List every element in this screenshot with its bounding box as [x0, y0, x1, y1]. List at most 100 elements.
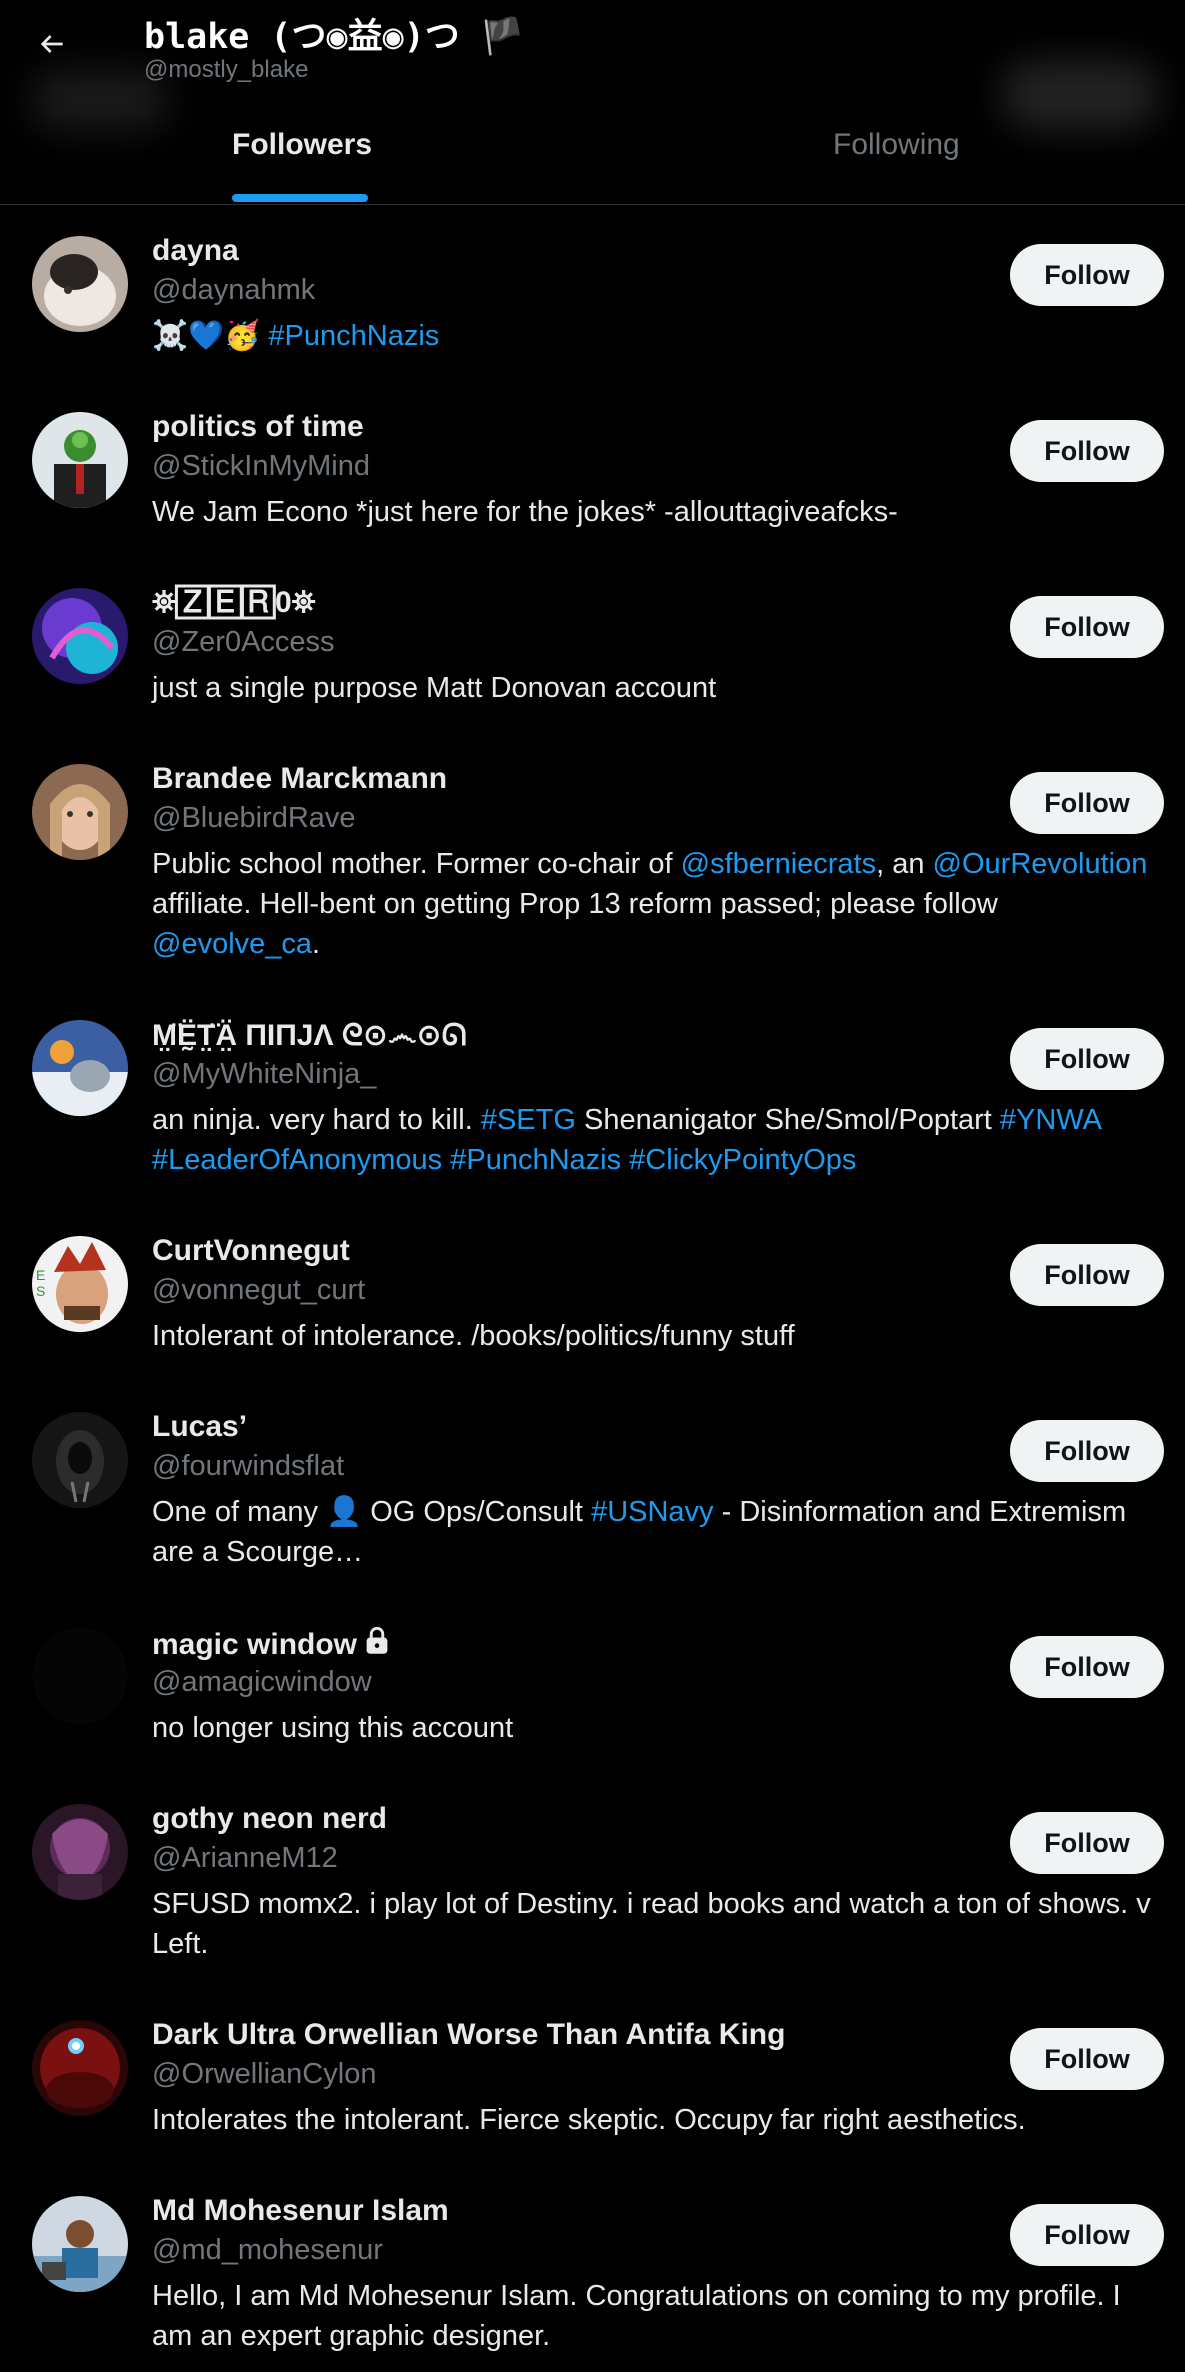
- follower-name[interactable]: ⛯🅉🄴🅁0⛯: [152, 586, 316, 620]
- avatar[interactable]: [32, 236, 128, 332]
- bio-link[interactable]: #YNWA: [1000, 1104, 1100, 1136]
- follower-handle[interactable]: @Zer0Access: [152, 626, 335, 659]
- follower-handle[interactable]: @amagicwindow: [152, 1666, 372, 1699]
- avatar[interactable]: ES: [32, 1236, 128, 1332]
- bio-text: Shenanigator She/Smol/Poptart: [575, 1104, 1000, 1136]
- bio-text: Intolerant of intolerance. /books/politi…: [152, 1320, 795, 1352]
- avatar[interactable]: [32, 1020, 128, 1116]
- avatar[interactable]: [32, 412, 128, 508]
- follower-row[interactable]: Lucas’ @fourwindsflat One of many 👤 OG Ops…: [0, 1404, 1185, 1588]
- bio-link[interactable]: @evolve_ca: [152, 928, 312, 960]
- bio-text: ☠️💙🥳: [152, 320, 269, 352]
- follower-bio: an ninja. very hard to kill. #SETG Shena…: [152, 1100, 1157, 1180]
- follower-handle[interactable]: @MyWhiteNinja_: [152, 1058, 376, 1091]
- follower-name-text: Dark Ultra Orwellian Worse Than Antifa K…: [152, 2018, 786, 2051]
- tab-followers[interactable]: Followers: [232, 128, 372, 204]
- follower-name[interactable]: Brandee Marckmann: [152, 762, 447, 796]
- bio-text: Hello, I am Md Mohesenur Islam. Congratu…: [152, 2280, 1121, 2352]
- active-tab-indicator: [232, 194, 368, 202]
- back-button[interactable]: [28, 20, 76, 68]
- lock-icon: [363, 1626, 391, 1664]
- avatar[interactable]: [32, 2196, 128, 2292]
- avatar[interactable]: [32, 1628, 128, 1724]
- profile-handle: @mostly_blake: [144, 56, 309, 83]
- bio-link[interactable]: #LeaderOfAnonymous: [152, 1144, 442, 1176]
- follower-handle[interactable]: @md_mohesenur: [152, 2234, 383, 2267]
- follower-row[interactable]: dayna @daynahmk ☠️💙🥳 #PunchNazis Follow: [0, 228, 1185, 412]
- avatar[interactable]: [32, 1804, 128, 1900]
- avatar[interactable]: [32, 2020, 128, 2116]
- follower-row[interactable]: politics of time @StickInMyMind We Jam Eco…: [0, 404, 1185, 548]
- svg-text:S: S: [36, 1283, 45, 1299]
- follower-handle[interactable]: @daynahmk: [152, 274, 315, 307]
- follower-row[interactable]: M̤̈Ḛ̈T̤̈Ä̤ ПIПJΛ ᘓ⊙෴⊙ᘏ @MyWhiteNinja_an n…: [0, 1012, 1185, 1196]
- follower-name-text: ⛯🅉🄴🅁0⛯: [152, 586, 316, 619]
- follower-bio: Public school mother. Former co-chair of…: [152, 844, 1157, 964]
- bio-link[interactable]: @sfberniecrats: [681, 848, 876, 880]
- follower-handle[interactable]: @ArianneM12: [152, 1842, 338, 1875]
- follower-handle[interactable]: @vonnegut_curt: [152, 1274, 365, 1307]
- avatar[interactable]: [32, 1412, 128, 1508]
- follower-row[interactable]: magic window @amagicwindow no longer using…: [0, 1620, 1185, 1764]
- follower-name[interactable]: CurtVonnegut: [152, 1234, 350, 1268]
- bio-link[interactable]: #PunchNazis: [450, 1144, 621, 1176]
- bio-text: an ninja. very hard to kill.: [152, 1104, 481, 1136]
- bio-link[interactable]: #USNavy: [591, 1496, 714, 1528]
- follower-bio: Intolerant of intolerance. /books/politi…: [152, 1316, 1157, 1356]
- follow-button[interactable]: Follow: [1010, 2204, 1164, 2266]
- bio-text: no longer using this account: [152, 1712, 514, 1744]
- follower-bio: ☠️💙🥳 #PunchNazis: [152, 316, 1157, 356]
- follow-button[interactable]: Follow: [1010, 772, 1164, 834]
- bio-link[interactable]: #ClickyPointyOps: [629, 1144, 856, 1176]
- follower-name[interactable]: dayna: [152, 234, 239, 268]
- bio-text: affiliate. Hell-bent on getting Prop 13 …: [152, 888, 998, 920]
- follower-name[interactable]: politics of time: [152, 410, 364, 444]
- follower-handle[interactable]: @BluebirdRave: [152, 802, 356, 835]
- follower-row[interactable]: gothy neon nerd @ArianneM12 SFUSD momx2. i…: [0, 1796, 1185, 1980]
- follower-bio: One of many 👤 OG Ops/Consult #USNavy - D…: [152, 1492, 1157, 1572]
- bio-text: One of many 👤 OG Ops/Consult: [152, 1496, 592, 1528]
- follower-row[interactable]: Dark Ultra Orwellian Worse Than Antifa K…: [0, 2012, 1185, 2156]
- follower-name[interactable]: Lucas’: [152, 1410, 247, 1444]
- follower-row[interactable]: ⛯🅉🄴🅁0⛯ @Zer0Access just a single purpose M…: [0, 580, 1185, 724]
- profile-name: blake (つ◉益◉)つ 🏴: [144, 17, 525, 57]
- follower-row[interactable]: Md Mohesenur Islam @md_mohesenur Hello, I …: [0, 2188, 1185, 2372]
- follower-row[interactable]: Brandee Marckmann @BluebirdRave Public sch…: [0, 756, 1185, 980]
- follower-name[interactable]: gothy neon nerd: [152, 1802, 387, 1836]
- follow-button[interactable]: Follow: [1010, 596, 1164, 658]
- bio-link[interactable]: #SETG: [481, 1104, 576, 1136]
- follower-name-text: CurtVonnegut: [152, 1234, 350, 1267]
- follow-button[interactable]: Follow: [1010, 1812, 1164, 1874]
- bio-text: .: [312, 928, 321, 960]
- follow-button[interactable]: Follow: [1010, 1420, 1164, 1482]
- follower-handle[interactable]: @StickInMyMind: [152, 450, 370, 483]
- follower-name-text: M̤̈Ḛ̈T̤̈Ä̤ ПIПJΛ ᘓ⊙෴⊙ᘏ: [152, 1019, 467, 1052]
- follow-button[interactable]: Follow: [1010, 244, 1164, 306]
- follow-button[interactable]: Follow: [1010, 1028, 1164, 1090]
- follower-name-text: Lucas’: [152, 1410, 248, 1443]
- follow-button[interactable]: Follow: [1010, 1244, 1164, 1306]
- follower-name-text: Brandee Marckmann: [152, 762, 448, 795]
- tab-following[interactable]: Following: [833, 128, 960, 204]
- bio-link[interactable]: #PunchNazis: [268, 320, 439, 352]
- follower-name-text: politics of time: [152, 410, 364, 443]
- follower-name[interactable]: M̤̈Ḛ̈T̤̈Ä̤ ПIПJΛ ᘓ⊙෴⊙ᘏ: [152, 1018, 467, 1053]
- follower-name-text: magic window: [152, 1628, 358, 1661]
- bio-text: Intolerates the intolerant. Fierce skept…: [152, 2104, 1026, 2136]
- blurred-banner-right: [1000, 60, 1160, 130]
- follower-handle[interactable]: @fourwindsflat: [152, 1450, 344, 1483]
- follower-name[interactable]: magic window: [152, 1626, 391, 1664]
- follower-handle[interactable]: @OrwellianCylon: [152, 2058, 376, 2091]
- follower-name-text: Md Mohesenur Islam: [152, 2194, 449, 2227]
- avatar[interactable]: [32, 764, 128, 860]
- follow-button[interactable]: Follow: [1010, 1636, 1164, 1698]
- follower-name[interactable]: Md Mohesenur Islam: [152, 2194, 449, 2228]
- bio-link[interactable]: @OurRevolution: [933, 848, 1148, 880]
- follower-name-text: dayna: [152, 234, 239, 267]
- avatar[interactable]: [32, 588, 128, 684]
- follower-bio: no longer using this account: [152, 1708, 1157, 1748]
- follower-name[interactable]: Dark Ultra Orwellian Worse Than Antifa K…: [152, 2018, 785, 2052]
- follower-row[interactable]: E S CurtVonnegut @vonnegut_curt Intolerant o…: [0, 1228, 1185, 1372]
- follow-button[interactable]: Follow: [1010, 420, 1164, 482]
- follow-button[interactable]: Follow: [1010, 2028, 1164, 2090]
